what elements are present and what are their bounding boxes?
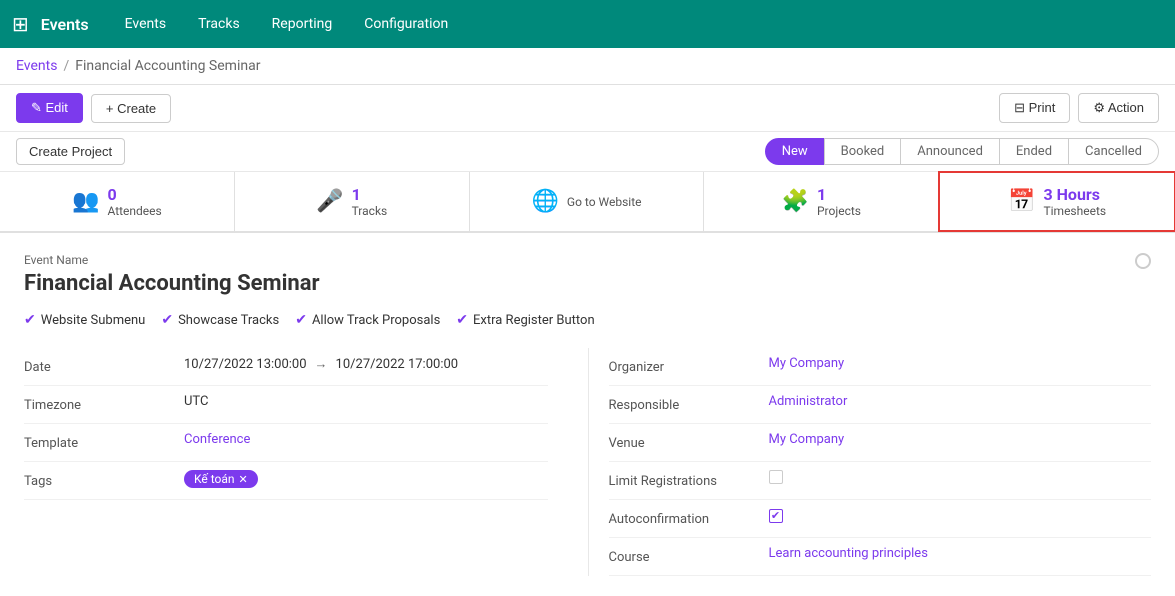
organizer-link[interactable]: My Company [769,356,845,371]
autoconfirmation-label: Autoconfirmation [609,508,769,527]
edit-button[interactable]: ✎ Edit [16,93,83,123]
field-responsible: Responsible Administrator [609,386,1152,424]
attendees-icon: 👥 [72,189,99,214]
stat-attendees[interactable]: 👥 0 Attendees [0,172,235,231]
field-template: Template Conference [24,424,548,462]
timezone-label: Timezone [24,394,184,413]
nav-item-reporting[interactable]: Reporting [260,8,345,40]
form-right-column: Organizer My Company Responsible Adminis… [588,348,1152,576]
template-link[interactable]: Conference [184,432,250,447]
print-button[interactable]: ⊟ Print [999,93,1070,123]
stat-tracks[interactable]: 🎤 1 Tracks [235,172,470,231]
autoconfirmation-value[interactable]: ✔ [769,508,1152,523]
venue-link[interactable]: My Company [769,432,845,447]
breadcrumb-parent[interactable]: Events [16,58,57,74]
stage-cancelled[interactable]: Cancelled [1068,138,1159,165]
stat-projects[interactable]: 🧩 1 Projects [704,172,939,231]
status-indicator [1135,253,1151,269]
organizer-value[interactable]: My Company [769,356,1152,371]
course-link[interactable]: Learn accounting principles [769,546,928,561]
projects-count: 1 [817,185,861,204]
course-value[interactable]: Learn accounting principles [769,546,1152,561]
tracks-icon: 🎤 [316,189,343,214]
toolbar: ✎ Edit + Create ⊟ Print ⚙ Action [0,85,1175,132]
responsible-value[interactable]: Administrator [769,394,1152,409]
timezone-value[interactable]: UTC [184,394,548,409]
top-navigation: ⊞ Events Events Tracks Reporting Configu… [0,0,1175,48]
app-icon: ⊞ [12,12,29,36]
autoconfirmation-checkbox[interactable]: ✔ [769,509,783,523]
field-timezone: Timezone UTC [24,386,548,424]
breadcrumb-separator: / [63,58,69,74]
date-value[interactable]: 10/27/2022 13:00:00 → 10/27/2022 17:00:0… [184,356,548,372]
website-icon: 🌐 [531,189,558,214]
attendees-count: 0 [107,185,161,204]
event-name-label: Event Name [24,253,1135,267]
field-autoconfirmation: Autoconfirmation ✔ [609,500,1152,538]
checkbox-extra-register-button[interactable]: ✔ Extra Register Button [456,312,594,328]
responsible-link[interactable]: Administrator [769,394,848,409]
tracks-label: Tracks [352,204,388,218]
form-fields: Date 10/27/2022 13:00:00 → 10/27/2022 17… [24,348,1151,576]
field-date: Date 10/27/2022 13:00:00 → 10/27/2022 17… [24,348,548,386]
template-label: Template [24,432,184,451]
stage-announced[interactable]: Announced [900,138,1000,165]
event-form: Event Name Financial Accounting Seminar … [0,233,1175,596]
timesheets-count: 3 Hours [1043,185,1106,204]
date-label: Date [24,356,184,375]
tag-ke-toan[interactable]: Kế toán ✕ [184,470,258,488]
limit-registrations-checkbox[interactable] [769,470,783,484]
breadcrumb: Events / Financial Accounting Seminar [0,48,1175,85]
venue-value[interactable]: My Company [769,432,1152,447]
nav-item-tracks[interactable]: Tracks [186,8,252,40]
organizer-label: Organizer [609,356,769,375]
tag-label: Kế toán [194,472,235,486]
app-title: Events [41,15,89,34]
event-title: Financial Accounting Seminar [24,271,1135,296]
field-venue: Venue My Company [609,424,1152,462]
breadcrumb-current: Financial Accounting Seminar [75,58,260,74]
checkbox-showcase-tracks[interactable]: ✔ Showcase Tracks [161,312,279,328]
status-bar: Create Project New Booked Announced Ende… [0,132,1175,172]
stage-new[interactable]: New [765,138,825,165]
nav-item-configuration[interactable]: Configuration [352,8,460,40]
action-button[interactable]: ⚙ Action [1078,93,1159,123]
timesheets-label: Timesheets [1043,204,1106,218]
template-value[interactable]: Conference [184,432,548,447]
checkbox-website-submenu[interactable]: ✔ Website Submenu [24,312,145,328]
stat-timesheets[interactable]: 📅 3 Hours Timesheets [938,171,1175,232]
checkbox-allow-track-proposals[interactable]: ✔ Allow Track Proposals [295,312,440,328]
stats-bar: 👥 0 Attendees 🎤 1 Tracks 🌐 Go to Website… [0,172,1175,233]
field-limit-registrations: Limit Registrations [609,462,1152,500]
projects-label: Projects [817,204,861,218]
date-start: 10/27/2022 13:00:00 [184,357,307,372]
attendees-label: Attendees [107,204,161,218]
stage-pipeline: New Booked Announced Ended Cancelled [766,138,1159,165]
tracks-count: 1 [352,185,388,204]
responsible-label: Responsible [609,394,769,413]
field-tags: Tags Kế toán ✕ [24,462,548,500]
date-end: 10/27/2022 17:00:00 [336,357,459,372]
course-label: Course [609,546,769,565]
projects-icon: 🧩 [782,189,809,214]
nav-item-events[interactable]: Events [113,8,178,40]
form-left-column: Date 10/27/2022 13:00:00 → 10/27/2022 17… [24,348,588,576]
limit-registrations-label: Limit Registrations [609,470,769,489]
tags-value[interactable]: Kế toán ✕ [184,470,548,488]
field-course: Course Learn accounting principles [609,538,1152,576]
venue-label: Venue [609,432,769,451]
create-button[interactable]: + Create [91,94,171,123]
stage-ended[interactable]: Ended [999,138,1069,165]
field-organizer: Organizer My Company [609,348,1152,386]
tag-close-icon[interactable]: ✕ [239,473,248,486]
stage-booked[interactable]: Booked [824,138,902,165]
create-project-button[interactable]: Create Project [16,138,125,165]
stat-website[interactable]: 🌐 Go to Website [470,172,705,231]
limit-registrations-value[interactable] [769,470,1152,488]
timesheets-icon: 📅 [1008,189,1035,214]
website-label: Go to Website [567,195,642,209]
tags-label: Tags [24,470,184,489]
date-arrow-icon: → [315,356,328,372]
feature-checkboxes: ✔ Website Submenu ✔ Showcase Tracks ✔ Al… [24,312,1151,328]
